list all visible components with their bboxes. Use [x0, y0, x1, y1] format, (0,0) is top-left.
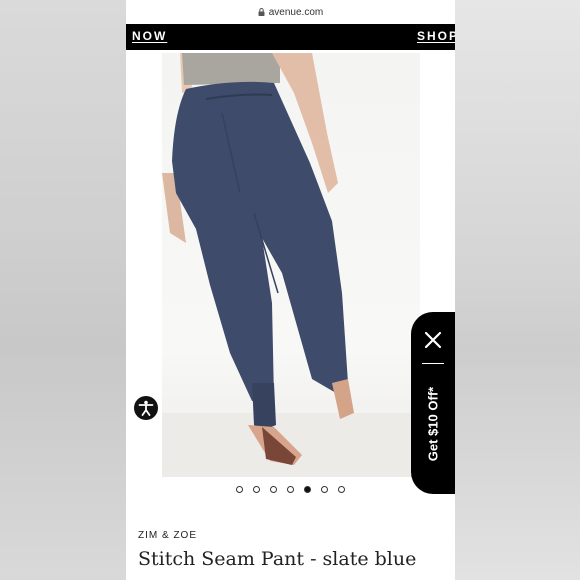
- address-bar[interactable]: avenue.com: [126, 0, 455, 24]
- lock-icon: [258, 8, 265, 16]
- url-text: avenue.com: [268, 6, 324, 18]
- pants-illustration: [162, 53, 420, 477]
- promo-left-text[interactable]: NOW: [132, 29, 167, 43]
- product-image-carousel[interactable]: [126, 50, 455, 480]
- offer-label[interactable]: Get $10 Off*: [426, 387, 441, 461]
- carousel-dot[interactable]: [338, 486, 345, 493]
- promo-right-text[interactable]: SHOP: [417, 29, 455, 43]
- close-icon[interactable]: [423, 330, 443, 350]
- background-left: [0, 0, 126, 580]
- carousel-dot[interactable]: [270, 486, 277, 493]
- accessibility-button[interactable]: [134, 396, 158, 420]
- carousel-dot[interactable]: [287, 486, 294, 493]
- promo-banner[interactable]: NOW SHOP: [126, 24, 455, 50]
- phone-screen: avenue.com NOW SHOP ZIM & ZOE Stitch Sea…: [126, 0, 455, 580]
- carousel-dot[interactable]: [236, 486, 243, 493]
- carousel-dot[interactable]: [253, 486, 260, 493]
- offer-tab[interactable]: Get $10 Off*: [411, 312, 455, 494]
- offer-divider: [422, 363, 444, 364]
- product-brand[interactable]: ZIM & ZOE: [138, 530, 197, 541]
- product-photo: [162, 53, 420, 477]
- background-right: [455, 0, 580, 580]
- carousel-dots: [126, 486, 455, 498]
- carousel-dot-active[interactable]: [304, 486, 311, 493]
- product-title: Stitch Seam Pant - slate blue: [138, 548, 417, 570]
- accessibility-icon: [138, 400, 154, 416]
- carousel-dot[interactable]: [321, 486, 328, 493]
